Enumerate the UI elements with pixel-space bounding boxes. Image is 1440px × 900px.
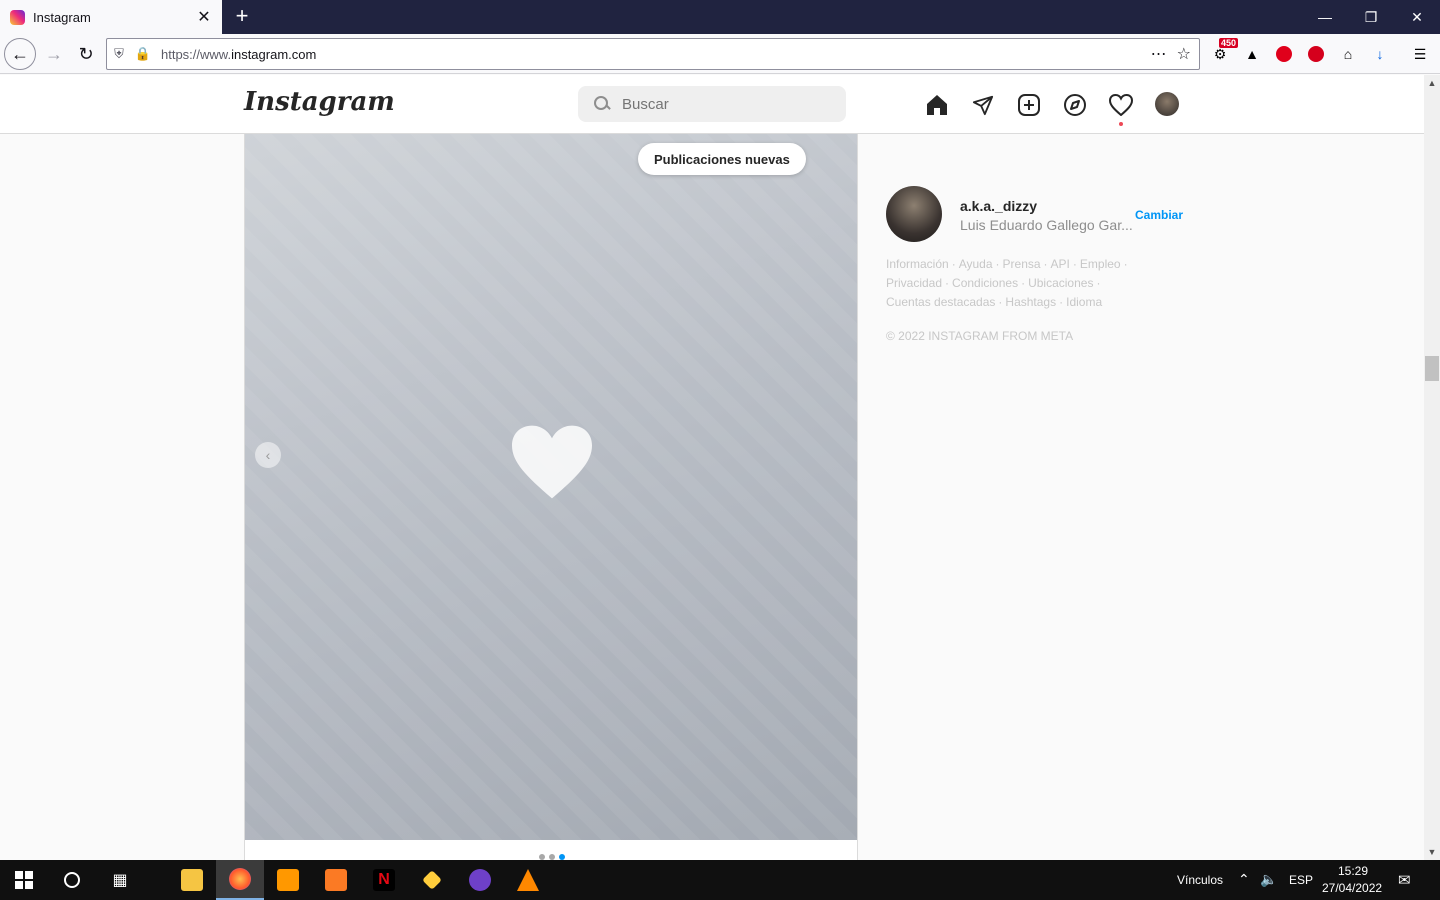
app-shortcut-icon[interactable] bbox=[408, 860, 456, 900]
search-box[interactable] bbox=[578, 86, 846, 122]
profile-avatar[interactable] bbox=[1155, 92, 1179, 116]
github-icon[interactable] bbox=[456, 860, 504, 900]
firefox-taskbar-icon[interactable] bbox=[216, 860, 264, 900]
footer-link[interactable]: Ubicaciones bbox=[1028, 276, 1093, 290]
new-tab-button[interactable]: + bbox=[230, 4, 254, 28]
page-actions-icon[interactable]: ⋯ bbox=[1151, 44, 1167, 64]
minimize-window-icon[interactable]: — bbox=[1302, 0, 1348, 34]
page-scrollbar[interactable] bbox=[1424, 75, 1440, 860]
close-window-icon[interactable]: ✕ bbox=[1394, 0, 1440, 34]
user-avatar[interactable] bbox=[886, 186, 942, 242]
chevron-up-icon[interactable]: ⌃ bbox=[1238, 871, 1250, 888]
netflix-icon[interactable]: N bbox=[360, 860, 408, 900]
footer-links: Información · Ayuda · Prensa · API · Empleo · Pri… bbox=[886, 257, 1128, 309]
new-post-icon[interactable] bbox=[1016, 92, 1042, 118]
browser-nav-bar: ← → ↻ ⛨ 🔒 https://www.instagram.com ⋯ ☆ … bbox=[0, 34, 1440, 74]
footer-link[interactable]: Privacidad bbox=[886, 276, 942, 290]
feed-post: ‹ bbox=[244, 134, 858, 860]
task-view-icon[interactable]: ▦ bbox=[96, 860, 144, 900]
links-toolbar[interactable]: Vínculos bbox=[1177, 873, 1223, 887]
copyright: © 2022 INSTAGRAM FROM META bbox=[886, 329, 1074, 343]
like-heart-overlay-icon bbox=[512, 425, 592, 499]
reload-icon[interactable]: ↻ bbox=[70, 38, 102, 70]
home-nav-icon[interactable] bbox=[924, 92, 950, 118]
instagram-favicon-icon bbox=[10, 9, 25, 25]
browser-tab-bar: Instagram ✕ + — ❐ ✕ bbox=[0, 0, 1440, 34]
extension-badge: 450 bbox=[1218, 38, 1238, 48]
instagram-logo[interactable]: Instagram bbox=[244, 87, 395, 117]
browser-tab-instagram[interactable]: Instagram ✕ bbox=[0, 0, 222, 34]
footer-link[interactable]: Cuentas destacadas bbox=[886, 295, 995, 309]
xampp-icon[interactable] bbox=[312, 860, 360, 900]
clock-date[interactable]: 27/04/2022 bbox=[1322, 881, 1382, 895]
tracking-shield-icon[interactable]: ⛨ bbox=[107, 46, 131, 62]
clock-time[interactable]: 15:29 bbox=[1338, 864, 1368, 878]
sublime-text-icon[interactable] bbox=[264, 860, 312, 900]
close-tab-icon[interactable]: ✕ bbox=[196, 7, 212, 27]
scroll-thumb[interactable] bbox=[1425, 356, 1439, 381]
cortana-search-icon[interactable] bbox=[48, 860, 96, 900]
restore-window-icon[interactable]: ❐ bbox=[1348, 0, 1394, 34]
opera-extension-icon[interactable] bbox=[1272, 42, 1296, 66]
vlc-icon[interactable] bbox=[504, 860, 552, 900]
footer-link[interactable]: Información bbox=[886, 257, 949, 271]
adblock-plus-icon[interactable] bbox=[1304, 42, 1328, 66]
tab-title: Instagram bbox=[33, 9, 91, 25]
scroll-up-icon[interactable]: ▲ bbox=[1424, 75, 1440, 91]
footer-link[interactable]: Condiciones bbox=[952, 276, 1018, 290]
menu-hamburger-icon[interactable]: ☰ bbox=[1408, 42, 1432, 66]
search-input[interactable] bbox=[622, 95, 822, 113]
lock-icon[interactable]: 🔒 bbox=[131, 46, 155, 62]
explore-compass-icon[interactable] bbox=[1062, 92, 1088, 118]
windows-start-icon[interactable] bbox=[0, 860, 48, 900]
footer-link[interactable]: Prensa bbox=[1003, 257, 1041, 271]
windows-taskbar: ▦ N Vínculos ⌃ 🔈 ESP 15:29 27/04/2022 ✉ bbox=[0, 860, 1440, 900]
switch-account-button[interactable]: Cambiar bbox=[1135, 208, 1183, 222]
footer-link[interactable]: Ayuda bbox=[959, 257, 993, 271]
url-bar[interactable]: ⛨ 🔒 https://www.instagram.com ⋯ ☆ bbox=[106, 38, 1200, 70]
footer-link[interactable]: Hashtags bbox=[1005, 295, 1056, 309]
back-arrow-icon[interactable]: ← bbox=[4, 38, 36, 70]
language-indicator[interactable]: ESP bbox=[1289, 873, 1313, 887]
carousel-prev-icon[interactable]: ‹ bbox=[255, 442, 281, 468]
extension-icon[interactable]: ⚙ 450 bbox=[1208, 38, 1238, 66]
scroll-down-icon[interactable]: ▼ bbox=[1424, 844, 1440, 860]
new-posts-button[interactable]: Publicaciones nuevas bbox=[638, 143, 806, 175]
home-icon[interactable]: ⌂ bbox=[1336, 42, 1360, 66]
direct-messages-icon[interactable] bbox=[970, 92, 996, 118]
translate-extension-icon[interactable]: ▲ bbox=[1240, 42, 1264, 66]
footer-link[interactable]: Empleo bbox=[1080, 257, 1121, 271]
notification-dot bbox=[1119, 122, 1123, 126]
forward-arrow-icon[interactable]: → bbox=[38, 38, 70, 70]
activity-heart-icon[interactable] bbox=[1108, 92, 1134, 118]
search-icon bbox=[594, 96, 610, 112]
post-action-bar bbox=[245, 840, 857, 860]
footer-link[interactable]: Idioma bbox=[1066, 295, 1102, 309]
downloads-icon[interactable]: ↓ bbox=[1368, 42, 1392, 66]
volume-icon[interactable]: 🔈 bbox=[1260, 871, 1277, 888]
instagram-header: Instagram bbox=[0, 75, 1424, 134]
notifications-icon[interactable]: ✉ bbox=[1398, 871, 1411, 889]
full-name: Luis Eduardo Gallego Gar... bbox=[960, 217, 1133, 233]
file-explorer-icon[interactable] bbox=[168, 860, 216, 900]
bookmark-star-icon[interactable]: ☆ bbox=[1177, 44, 1191, 64]
footer-link[interactable]: API bbox=[1051, 257, 1070, 271]
url-text[interactable]: https://www.instagram.com bbox=[161, 47, 1151, 62]
username[interactable]: a.k.a._dizzy bbox=[960, 198, 1037, 214]
